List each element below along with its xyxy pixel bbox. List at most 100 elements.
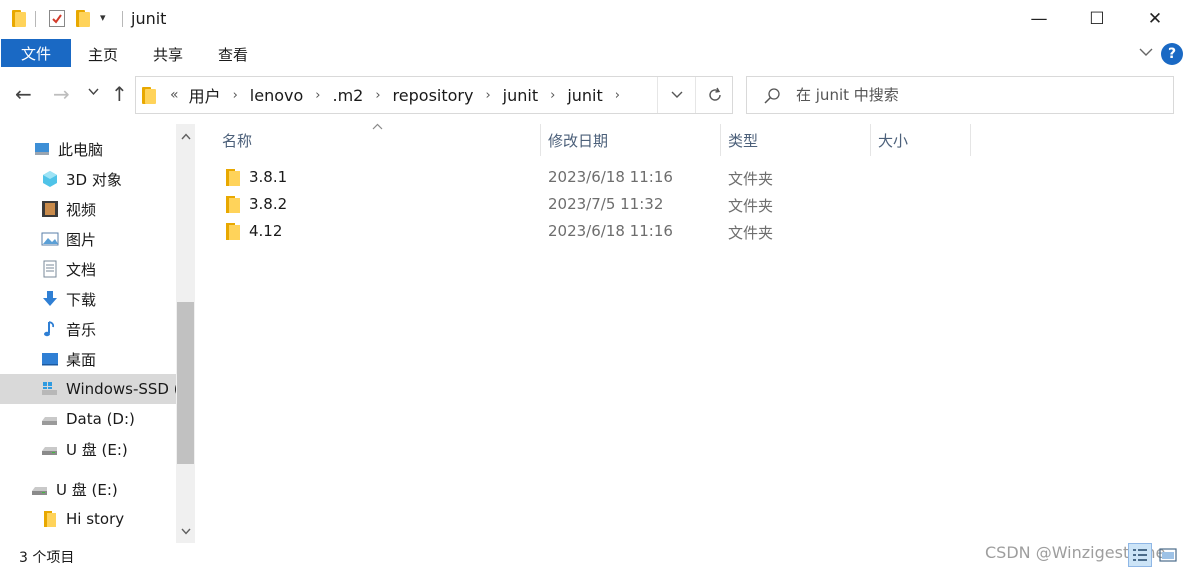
sidebar-item-label: 此电脑	[58, 140, 104, 159]
scroll-down-icon[interactable]	[176, 521, 195, 541]
tab-share[interactable]: 共享	[153, 44, 183, 65]
chevron-right-icon[interactable]: ›	[550, 88, 555, 103]
sidebar-item[interactable]: Hi story	[0, 504, 176, 534]
close-button[interactable]: ✕	[1126, 0, 1184, 38]
sidebar-item-label: U 盘 (E:)	[56, 480, 118, 499]
windows-drive-icon	[41, 380, 59, 398]
sidebar-item-label: Data (D:)	[66, 410, 135, 428]
sidebar-item[interactable]: 文档	[0, 254, 176, 284]
address-dropdown-button[interactable]	[657, 77, 695, 113]
scrollbar[interactable]	[176, 124, 195, 543]
scroll-thumb[interactable]	[177, 302, 194, 464]
folder-icon	[226, 223, 242, 244]
chevron-right-icon[interactable]: ›	[615, 88, 620, 103]
breadcrumb-item[interactable]: 用户	[189, 83, 221, 107]
customize-toolbar-icon[interactable]: ▾	[100, 11, 106, 24]
folder-icon	[142, 86, 156, 104]
sidebar-item[interactable]: U 盘 (E:)	[0, 434, 176, 464]
sidebar-item-label: 3D 对象	[66, 170, 122, 189]
properties-icon[interactable]	[49, 10, 65, 27]
3d-objects-icon	[41, 170, 59, 188]
sidebar-item[interactable]: 下载	[0, 284, 176, 314]
file-name: 4.12	[249, 222, 283, 240]
file-date: 2023/6/18 11:16	[548, 168, 673, 186]
details-view-button[interactable]	[1128, 543, 1152, 567]
sidebar-item-label: 图片	[66, 230, 97, 249]
minimize-button[interactable]: —	[1010, 0, 1068, 38]
help-button[interactable]: ?	[1161, 43, 1183, 65]
sidebar-item[interactable]: 图片	[0, 224, 176, 254]
address-bar[interactable]: « 用户 › lenovo › .m2 › repository › junit…	[135, 76, 733, 114]
column-header-name[interactable]: 名称	[215, 124, 541, 156]
video-icon	[41, 200, 59, 218]
documents-icon	[41, 260, 59, 278]
search-input[interactable]	[796, 85, 1156, 105]
folder-icon	[226, 196, 242, 217]
file-name: 3.8.1	[249, 168, 288, 186]
usb-drive-icon	[31, 480, 49, 498]
refresh-button[interactable]	[695, 77, 733, 113]
breadcrumb-item[interactable]: junit	[503, 86, 538, 105]
search-icon	[764, 88, 780, 104]
tab-home[interactable]: 主页	[88, 44, 118, 65]
status-bar: 3 个项目 CSDN @Winzigesterne	[0, 543, 1187, 572]
download-icon	[41, 290, 59, 308]
chevron-right-icon[interactable]: ›	[315, 88, 320, 103]
sidebar-item[interactable]: Windows-SSD (	[0, 374, 176, 404]
sidebar-item[interactable]: 视频	[0, 194, 176, 224]
sidebar-item[interactable]: 此电脑	[0, 134, 176, 164]
recent-locations-button[interactable]	[88, 85, 99, 100]
breadcrumb-item[interactable]: repository	[393, 86, 474, 105]
breadcrumb-item[interactable]: .m2	[332, 86, 363, 105]
navigation-bar: ← → ↑ « 用户 › lenovo › .m2 › repository ›…	[0, 68, 1187, 124]
sidebar-item[interactable]: 音乐	[0, 314, 176, 344]
chevron-right-icon[interactable]: ›	[375, 88, 380, 103]
maximize-button[interactable]: ☐	[1068, 0, 1126, 38]
sidebar-item-label: 文档	[66, 260, 97, 279]
sidebar-item-label: 视频	[66, 200, 97, 219]
folder-icon	[41, 510, 59, 528]
sidebar-item[interactable]: 桌面	[0, 344, 176, 374]
sidebar-item-label: Windows-SSD (	[66, 380, 176, 398]
breadcrumb-item[interactable]: lenovo	[250, 86, 303, 105]
chevron-right-icon[interactable]: ›	[485, 88, 490, 103]
file-type: 文件夹	[728, 197, 774, 215]
navigation-pane: 此电脑 3D 对象视频图片文档下载 音乐桌面 Windows-SSD ( Data (D…	[0, 124, 196, 543]
column-header-date[interactable]: 修改日期	[541, 124, 721, 156]
breadcrumb-overflow[interactable]: «	[170, 87, 179, 103]
breadcrumb-item[interactable]: junit	[567, 86, 602, 105]
file-type: 文件夹	[728, 224, 774, 242]
sidebar-item[interactable]: U 盘 (E:)	[0, 474, 176, 504]
search-box[interactable]	[746, 76, 1174, 114]
column-header-size[interactable]: 大小	[871, 124, 971, 156]
table-row[interactable]: 4.12 2023/6/18 11:16 文件夹	[219, 219, 979, 246]
folder-icon	[226, 169, 242, 190]
sidebar-item[interactable]: Data (D:)	[0, 404, 176, 434]
forward-button[interactable]: →	[53, 82, 70, 106]
file-list: 名称 修改日期 类型 大小 3.8.1 2023/6/18 11:16 文件夹 3.8…	[196, 123, 1187, 543]
sidebar-item-label: 桌面	[66, 350, 97, 369]
expand-ribbon-icon[interactable]	[1139, 45, 1153, 61]
sidebar-item-label: Hi story	[66, 510, 125, 528]
new-folder-icon[interactable]	[76, 10, 90, 27]
back-button[interactable]: ←	[15, 82, 32, 106]
large-icons-view-button[interactable]	[1156, 543, 1180, 567]
chevron-right-icon[interactable]: ›	[233, 88, 238, 103]
tab-view[interactable]: 查看	[218, 44, 248, 65]
scroll-up-icon[interactable]	[176, 126, 195, 146]
file-date: 2023/6/18 11:16	[548, 222, 673, 240]
drive-icon	[41, 410, 59, 428]
column-header-type[interactable]: 类型	[721, 124, 871, 156]
table-row[interactable]: 3.8.2 2023/7/5 11:32 文件夹	[219, 192, 979, 219]
item-count: 3 个项目	[19, 550, 75, 566]
tab-file[interactable]: 文件	[1, 39, 71, 67]
table-row[interactable]: 3.8.1 2023/6/18 11:16 文件夹	[219, 165, 979, 192]
file-name: 3.8.2	[249, 195, 288, 213]
music-icon	[41, 320, 59, 338]
pictures-icon	[41, 230, 59, 248]
sidebar-item-label: U 盘 (E:)	[66, 440, 128, 459]
title-bar: ▾ junit — ☐ ✕	[0, 0, 1187, 38]
up-button[interactable]: ↑	[111, 82, 128, 106]
file-date: 2023/7/5 11:32	[548, 195, 664, 213]
sidebar-item[interactable]: 3D 对象	[0, 164, 176, 194]
